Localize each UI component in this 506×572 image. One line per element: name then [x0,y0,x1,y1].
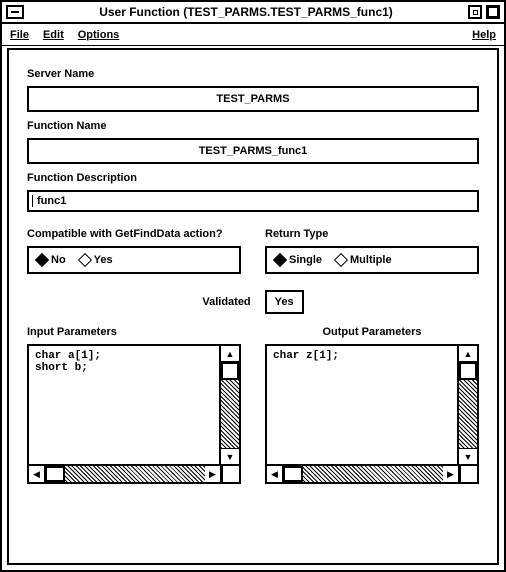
scroll-left-icon[interactable]: ◀ [267,466,283,482]
menu-bar: File Edit Options Help [2,24,504,46]
label-return-type: Return Type [265,228,479,240]
textarea-output-params[interactable]: char z[1]; ▲ ▼ ◀ ▶ [265,344,479,484]
input-params-text[interactable]: char a[1]; short b; [29,346,221,464]
radio-return-multiple[interactable]: Multiple [336,254,392,266]
radio-compatible-yes[interactable]: Yes [80,254,113,266]
scrollbar-horizontal[interactable]: ◀ ▶ [29,464,239,482]
radio-compatible-no[interactable]: No [37,254,66,266]
label-output-params: Output Parameters [265,326,479,338]
scrollbar-vertical[interactable]: ▲ ▼ [459,346,477,464]
window-title: User Function (TEST_PARMS.TEST_PARMS_fun… [26,5,466,19]
diamond-icon [35,253,49,267]
scroll-up-icon[interactable]: ▲ [459,346,477,362]
scroll-right-icon[interactable]: ▶ [205,466,221,482]
scroll-right-icon[interactable]: ▶ [443,466,459,482]
maximize-button[interactable] [486,5,500,19]
diamond-icon [334,253,348,267]
field-server-name: TEST_PARMS [27,86,479,112]
window-frame: User Function (TEST_PARMS.TEST_PARMS_fun… [0,0,506,572]
menu-file[interactable]: File [10,29,29,41]
label-validated: Validated [202,296,250,308]
diamond-icon [78,253,92,267]
radio-group-return-type: Single Multiple [265,246,479,274]
title-bar[interactable]: User Function (TEST_PARMS.TEST_PARMS_fun… [2,2,504,24]
input-function-description[interactable]: func1 [27,190,479,212]
minimize-button[interactable] [468,5,482,19]
menu-help[interactable]: Help [472,29,496,41]
scrollbar-horizontal[interactable]: ◀ ▶ [267,464,477,482]
field-function-name: TEST_PARMS_func1 [27,138,479,164]
label-function-name: Function Name [27,120,479,132]
scroll-left-icon[interactable]: ◀ [29,466,45,482]
output-params-text[interactable]: char z[1]; [267,346,459,464]
diamond-icon [273,253,287,267]
label-compatible: Compatible with GetFindData action? [27,228,241,240]
label-input-params: Input Parameters [27,326,241,338]
field-validated: Yes [265,290,304,314]
radio-group-compatible: No Yes [27,246,241,274]
system-menu-icon[interactable] [6,5,24,19]
scrollbar-vertical[interactable]: ▲ ▼ [221,346,239,464]
textarea-input-params[interactable]: char a[1]; short b; ▲ ▼ ◀ ▶ [27,344,241,484]
label-function-description: Function Description [27,172,479,184]
menu-options[interactable]: Options [78,29,120,41]
scroll-up-icon[interactable]: ▲ [221,346,239,362]
menu-edit[interactable]: Edit [43,29,64,41]
radio-return-single[interactable]: Single [275,254,322,266]
scroll-down-icon[interactable]: ▼ [459,448,477,464]
scroll-down-icon[interactable]: ▼ [221,448,239,464]
label-server-name: Server Name [27,68,479,80]
